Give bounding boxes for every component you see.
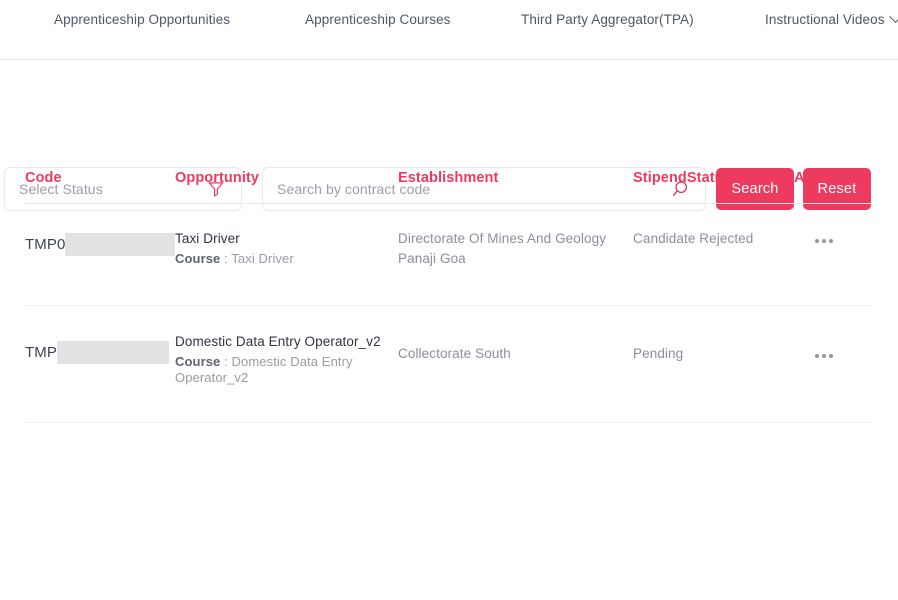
nav-item-apprenticeship-opportunities[interactable]: Apprenticeship Opportunities bbox=[54, 12, 230, 27]
column-header-stipend-status[interactable]: StipendStatus bbox=[633, 170, 732, 186]
table-footer bbox=[25, 423, 873, 463]
nav-label: Third Party Aggregator(TPA) bbox=[521, 12, 694, 27]
chevron-down-icon bbox=[888, 10, 898, 24]
code-prefix: TMP0 bbox=[25, 235, 66, 253]
code-redaction-block bbox=[65, 233, 176, 256]
course-separator: : bbox=[220, 251, 232, 267]
cell-actions bbox=[815, 354, 833, 358]
column-header-code[interactable]: Code bbox=[25, 170, 62, 186]
cell-stipend-status: Candidate Rejected bbox=[633, 231, 754, 246]
table-row: TMP0 Taxi Driver Course : Taxi Driver Di… bbox=[25, 204, 873, 306]
nav-label: Apprenticeship Opportunities bbox=[54, 12, 231, 27]
cell-code: TMP0 bbox=[25, 233, 176, 256]
column-header-establishment[interactable]: Establishment bbox=[398, 170, 498, 186]
course-name: Taxi Driver bbox=[231, 251, 294, 267]
code-redaction-block bbox=[56, 341, 169, 364]
cell-opportunity: Taxi Driver Course : Taxi Driver bbox=[175, 230, 390, 267]
ellipsis-icon[interactable] bbox=[815, 239, 833, 243]
cell-establishment: Collectorate South bbox=[398, 346, 511, 361]
column-header-actions[interactable]: Actions bbox=[794, 170, 848, 186]
filter-toolbar: Select Status Search by contract code Se… bbox=[0, 60, 898, 211]
course-label: Course bbox=[175, 354, 221, 370]
cell-actions bbox=[815, 239, 833, 243]
course-label: Course bbox=[175, 251, 221, 267]
contracts-table: Code Opportunity Establishment StipendSt… bbox=[25, 156, 873, 463]
nav-label: Apprenticeship Courses bbox=[305, 12, 451, 27]
ellipsis-icon[interactable] bbox=[815, 354, 833, 358]
nav-item-apprenticeship-courses[interactable]: Apprenticeship Courses bbox=[305, 12, 451, 27]
nav-item-third-party-aggregator[interactable]: Third Party Aggregator(TPA) bbox=[521, 12, 694, 27]
cell-stipend-status: Pending bbox=[633, 346, 684, 361]
cell-opportunity: Domestic Data Entry Operator_v2 Course :… bbox=[175, 333, 390, 385]
nav-item-instructional-videos[interactable]: Instructional Videos bbox=[765, 10, 898, 27]
opportunity-title: Domestic Data Entry Operator_v2 bbox=[175, 334, 381, 349]
opportunity-title: Taxi Driver bbox=[175, 231, 240, 246]
table-row: TMP Domestic Data Entry Operator_v2 Cour… bbox=[25, 306, 873, 423]
cell-code: TMP bbox=[25, 341, 169, 364]
opportunity-course: Course : Taxi Driver bbox=[175, 251, 390, 267]
nav-label: Instructional Videos bbox=[765, 12, 885, 27]
main-navigation: Apprenticeship Opportunities Apprentices… bbox=[0, 0, 898, 60]
opportunity-course: Course : Domestic Data Entry Operator_v2 bbox=[175, 354, 390, 385]
course-separator: : bbox=[220, 354, 232, 370]
column-header-opportunity[interactable]: Opportunity bbox=[175, 170, 259, 186]
code-prefix: TMP bbox=[25, 343, 57, 361]
cell-establishment: Directorate Of Mines And Geology Panaji … bbox=[398, 231, 607, 266]
table-header-row: Code Opportunity Establishment StipendSt… bbox=[25, 156, 873, 204]
